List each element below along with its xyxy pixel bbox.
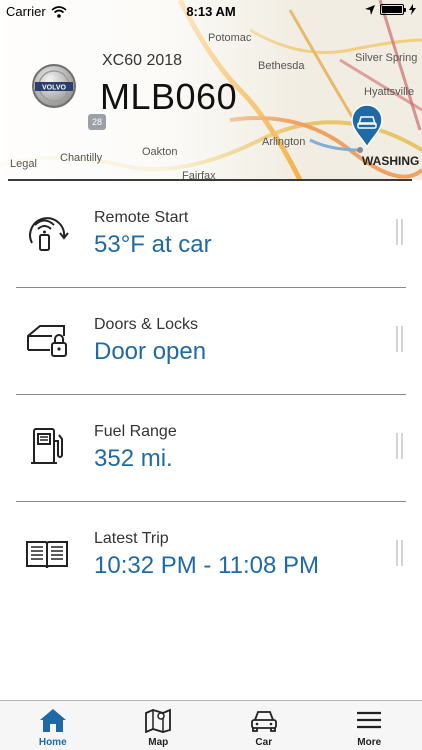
volvo-logo-text: VOLVO: [42, 85, 67, 92]
tab-more-label: More: [357, 737, 382, 748]
logbook-icon: [26, 541, 68, 569]
latest-trip-row[interactable]: Latest Trip 10:32 PM - 11:08 PM: [0, 502, 422, 609]
fuel-range-value: 352 mi.: [94, 445, 173, 472]
latest-trip-value: 10:32 PM - 11:08 PM: [94, 552, 319, 579]
car-location-pin[interactable]: [350, 104, 384, 148]
door-lock-icon: [27, 325, 67, 357]
tab-home[interactable]: Home: [0, 701, 106, 750]
status-bar: Carrier 8:13 AM: [0, 0, 422, 22]
map-label-arlington: Arlington: [262, 136, 306, 148]
menu-icon: [357, 711, 382, 729]
charging-icon: [409, 4, 416, 15]
remote-start-value: 53°F at car: [94, 231, 212, 258]
status-list: Remote Start 53°F at car Doors & Locks D…: [0, 181, 422, 609]
map-label-washington: WASHING: [362, 154, 420, 168]
map-legal-link[interactable]: Legal: [10, 158, 37, 170]
tab-map[interactable]: Map: [106, 701, 212, 750]
location-arrow-icon: [365, 4, 375, 15]
battery-icon: [380, 4, 406, 15]
map-label-potomac: Potomac: [208, 32, 252, 44]
map-label-chantilly: Chantilly: [60, 152, 103, 164]
remote-start-label: Remote Start: [94, 209, 189, 226]
tab-more[interactable]: More: [317, 701, 422, 750]
volvo-logo: VOLVO: [32, 64, 76, 108]
tab-home-label: Home: [38, 737, 67, 748]
tab-car-label: Car: [255, 737, 273, 748]
map-label-hyattsville: Hyattsville: [364, 86, 415, 98]
map-label-oakton: Oakton: [142, 146, 178, 158]
home-icon: [39, 709, 66, 732]
tab-car[interactable]: Car: [211, 701, 317, 750]
tab-map-label: Map: [148, 737, 169, 748]
tab-bar: Home Map Car More: [0, 700, 422, 750]
row-handle[interactable]: [396, 433, 404, 459]
doors-locks-value: Door open: [94, 338, 207, 365]
vehicle-model: XC60 2018: [102, 52, 183, 69]
doors-locks-label: Doors & Locks: [94, 316, 199, 333]
map-label-silver-spring: Silver Spring: [355, 52, 418, 64]
map-label-bethesda: Bethesda: [258, 60, 305, 72]
clock: 8:13 AM: [186, 4, 236, 19]
fuel-range-row[interactable]: Fuel Range 352 mi.: [0, 395, 422, 502]
map-icon: [145, 708, 172, 733]
remote-start-row[interactable]: Remote Start 53°F at car: [0, 181, 422, 288]
row-handle[interactable]: [396, 540, 404, 566]
fuel-pump-icon: [31, 428, 63, 464]
fuel-range-label: Fuel Range: [94, 423, 177, 440]
row-handle[interactable]: [396, 326, 404, 352]
row-handle[interactable]: [396, 219, 404, 245]
car-icon: [250, 711, 277, 732]
vehicle-plate: MLB060: [100, 76, 238, 117]
latest-trip-label: Latest Trip: [94, 530, 169, 547]
vehicle-header[interactable]: Potomac Bethesda Silver Spring Hyattsvil…: [0, 0, 422, 180]
remote-start-icon: [29, 217, 69, 251]
doors-locks-row[interactable]: Doors & Locks Door open: [0, 288, 422, 395]
